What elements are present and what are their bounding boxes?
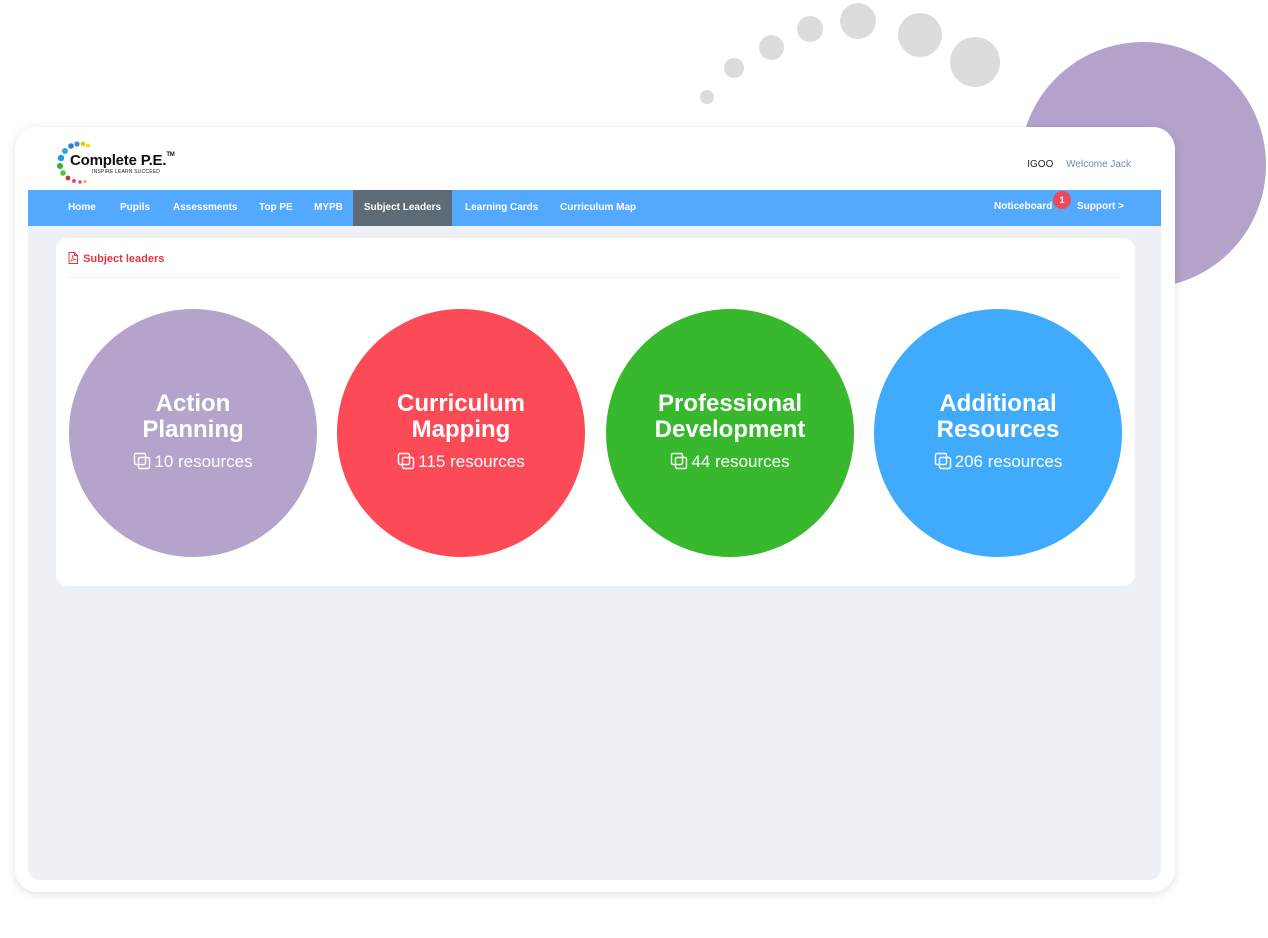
category-title: Action Planning	[69, 391, 317, 443]
category-title-line2: Resources	[936, 416, 1060, 443]
decorative-dot	[700, 90, 714, 104]
notification-badge: 1	[1053, 191, 1071, 209]
category-title-line1: Action	[155, 390, 231, 417]
nav-assessments[interactable]: Assessments	[173, 190, 237, 226]
nav-pupils[interactable]: Pupils	[120, 190, 150, 226]
nav-subject-leaders[interactable]: Subject Leaders	[353, 190, 452, 226]
nav-home-label: Home	[68, 202, 96, 213]
category-professional-development[interactable]: Professional Development 44 resources	[606, 309, 854, 557]
resource-count: 115 resources	[337, 452, 585, 472]
decorative-dot	[724, 58, 744, 78]
resource-count-text: 44 resources	[691, 452, 790, 471]
subject-leaders-card: Subject leaders Action Planning 10 resou…	[56, 238, 1135, 586]
nav-top-pe-label: Top PE	[259, 202, 293, 213]
app-window: Complete P.E.TM INSPIRE LEARN SUCCEED IG…	[15, 127, 1175, 892]
category-title: Professional Development	[606, 391, 854, 443]
copy-icon	[671, 452, 688, 470]
nav-subject-leaders-label: Subject Leaders	[363, 202, 442, 213]
school-name: IGOO	[1027, 159, 1054, 170]
resource-count: 206 resources	[874, 452, 1122, 472]
nav-support[interactable]: Support >	[1077, 190, 1124, 224]
copy-icon	[398, 452, 415, 470]
category-additional-resources[interactable]: Additional Resources 206 resources	[874, 309, 1122, 557]
decorative-dot	[759, 35, 784, 60]
category-title-line1: Curriculum	[396, 390, 525, 417]
nav-noticeboard[interactable]: Noticeboard	[994, 190, 1052, 224]
category-title-line2: Planning	[142, 416, 244, 443]
copy-icon	[134, 452, 151, 470]
resource-count-text: 10 resources	[154, 452, 253, 471]
nav-curriculum-map-label: Curriculum Map	[560, 202, 637, 213]
decorative-dot	[898, 13, 942, 57]
nav-mypb-label: MYPB	[314, 202, 343, 213]
main-navbar: Home Pupils Assessments Top PE MYPB Subj…	[28, 190, 1161, 226]
category-title: Additional Resources	[874, 391, 1122, 443]
decorative-dot	[797, 16, 823, 42]
resource-count-text: 206 resources	[954, 452, 1063, 471]
decorative-dot	[950, 37, 1000, 87]
user-info: IGOO Welcome Jack	[1027, 159, 1131, 170]
pdf-icon	[68, 252, 78, 264]
decorative-dot	[840, 3, 876, 39]
category-title: Curriculum Mapping	[337, 391, 585, 443]
category-title-line2: Mapping	[411, 416, 511, 443]
resource-count: 10 resources	[69, 452, 317, 472]
category-curriculum-mapping[interactable]: Curriculum Mapping 115 resources	[337, 309, 585, 557]
category-action-planning[interactable]: Action Planning 10 resources	[69, 309, 317, 557]
logo-tagline: INSPIRE LEARN SUCCEED	[92, 169, 161, 175]
divider	[68, 277, 1121, 278]
nav-pupils-label: Pupils	[120, 202, 151, 213]
nav-assessments-label: Assessments	[173, 202, 238, 213]
category-title-line1: Professional	[657, 390, 803, 417]
logo-wordmark: Complete P.E.TM	[70, 152, 175, 169]
resource-count-text: 115 resources	[418, 452, 525, 471]
nav-noticeboard-label: Noticeboard	[994, 201, 1053, 212]
complete-pe-logo[interactable]: Complete P.E.TM INSPIRE LEARN SUCCEED	[55, 140, 185, 186]
nav-curriculum-map[interactable]: Curriculum Map	[560, 190, 636, 226]
nav-home[interactable]: Home	[68, 190, 96, 226]
nav-mypb[interactable]: MYPB	[314, 190, 343, 226]
category-title-line1: Additional	[939, 390, 1057, 417]
nav-learning-cards[interactable]: Learning Cards	[465, 190, 538, 226]
copy-icon	[934, 452, 951, 470]
page-title-text: Subject leaders	[83, 253, 165, 265]
nav-top-pe[interactable]: Top PE	[259, 190, 293, 226]
nav-support-label: Support >	[1077, 201, 1124, 212]
nav-learning-cards-label: Learning Cards	[465, 202, 539, 213]
category-title-line2: Development	[654, 416, 806, 443]
resource-count: 44 resources	[606, 452, 854, 472]
welcome-user-link[interactable]: Welcome Jack	[1066, 159, 1131, 170]
page-title: Subject leaders	[68, 252, 164, 265]
